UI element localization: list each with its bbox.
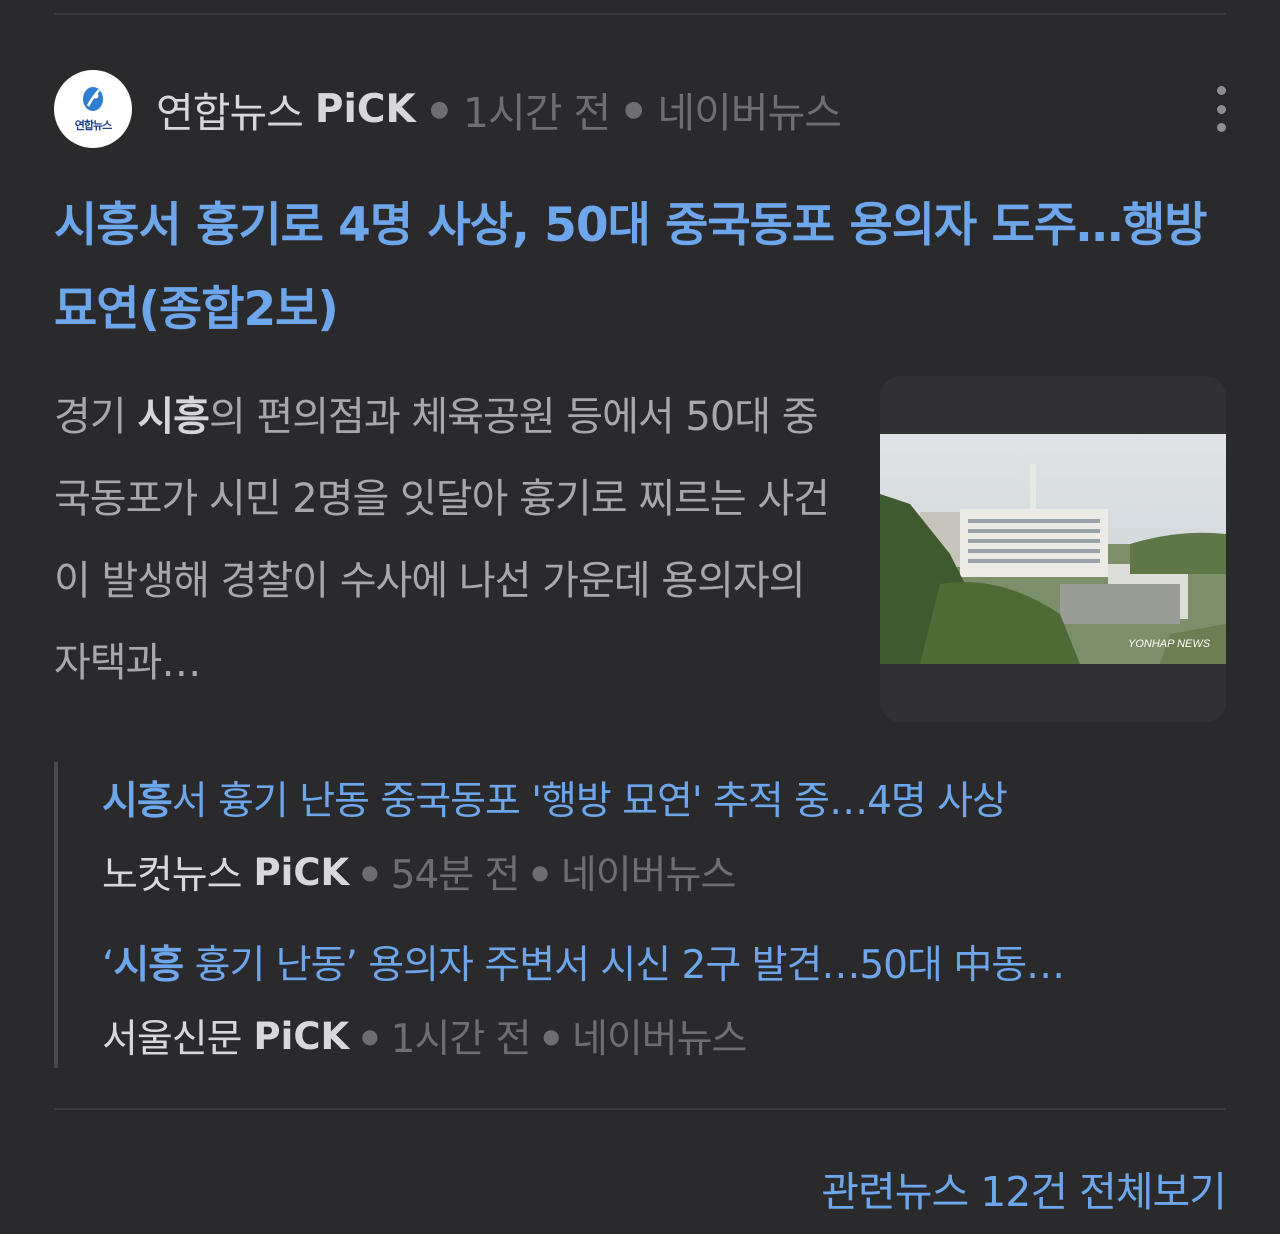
related-news-source: 네이버뉴스: [571, 1017, 747, 1062]
related-news-title[interactable]: 시흥서 흉기 난동 중국동포 '행방 묘연' 추적 중…4명 사상: [102, 770, 1222, 826]
related-title-keyword: 시흥: [102, 779, 173, 824]
article-thumbnail[interactable]: YONHAP NEWS: [880, 376, 1226, 722]
related-news-meta: 노컷뉴스 PiCK ● 54분 전 ● 네이버뉴스: [102, 844, 1222, 900]
news-header: 연합뉴스 연합뉴스 PiCK ● 1시간 전 ● 네이버뉴스: [54, 70, 1226, 148]
summary-keyword: 시흥: [137, 394, 210, 440]
view-all-related-link[interactable]: 관련뉴스 12건 전체보기: [821, 1158, 1227, 1218]
related-news-source: 네이버뉴스: [560, 853, 736, 898]
publish-time: 1시간 전: [462, 89, 611, 137]
pick-badge: PiCK: [253, 1014, 350, 1058]
related-news-item[interactable]: 시흥서 흉기 난동 중국동포 '행방 묘연' 추적 중…4명 사상 노컷뉴스 P…: [102, 770, 1222, 900]
related-publish-time: 1시간 전: [390, 1017, 532, 1062]
top-divider: [54, 13, 1226, 15]
related-title-text: 흉기 난동’ 용의자 주변서 시신 2구 발견…50대 中동…: [183, 943, 1066, 988]
related-title-keyword: 시흥: [113, 943, 184, 988]
headline-keyword: 시흥: [54, 198, 139, 253]
meta-separator: ●: [361, 860, 379, 884]
logo-label: 연합뉴스: [74, 118, 112, 132]
pick-badge: PiCK: [314, 86, 416, 132]
yonhap-logo-icon: [83, 86, 103, 111]
pick-badge: PiCK: [253, 850, 350, 894]
headline-text: 서 흉기로 4명 사상, 50대 중국동포 용의자 도주…행방 묘연(종합2보): [54, 198, 1208, 337]
related-publish-time: 54분 전: [390, 853, 521, 898]
news-source: 네이버뉴스: [657, 89, 842, 137]
article-summary[interactable]: 경기 시흥의 편의점과 체육공원 등에서 50대 중국동포가 시민 2명을 잇달…: [54, 376, 844, 704]
related-title-text: 서 흉기 난동 중국동포 '행방 묘연' 추적 중…4명 사상: [171, 779, 1008, 824]
meta-separator: ●: [531, 860, 549, 884]
related-news-meta: 서울신문 PiCK ● 1시간 전 ● 네이버뉴스: [102, 1008, 1222, 1064]
thumbnail-watermark: YONHAP NEWS: [1128, 638, 1211, 650]
related-press-name[interactable]: 서울신문: [102, 1008, 243, 1064]
thumbnail-photo: YONHAP NEWS: [880, 434, 1226, 664]
meta-separator: ●: [429, 96, 449, 122]
related-news-item[interactable]: ‘시흥 흉기 난동’ 용의자 주변서 시신 2구 발견…50대 中동… 서울신문…: [102, 934, 1222, 1064]
summary-prefix: 경기: [54, 394, 138, 440]
meta-separator: ●: [361, 1024, 379, 1048]
meta-separator: ●: [624, 96, 644, 122]
related-press-name[interactable]: 노컷뉴스: [102, 844, 243, 900]
meta-separator: ●: [542, 1024, 560, 1048]
press-name[interactable]: 연합뉴스: [156, 79, 304, 139]
bottom-divider: [54, 1108, 1226, 1110]
related-news-title[interactable]: ‘시흥 흉기 난동’ 용의자 주변서 시신 2구 발견…50대 中동…: [102, 934, 1222, 990]
related-news-list: 시흥서 흉기 난동 중국동포 '행방 묘연' 추적 중…4명 사상 노컷뉴스 P…: [54, 762, 1230, 1068]
article-headline[interactable]: 시흥서 흉기로 4명 사상, 50대 중국동포 용의자 도주…행방 묘연(종합2…: [54, 184, 1214, 352]
more-options-icon[interactable]: [1216, 86, 1226, 132]
related-title-prefix: ‘: [102, 943, 114, 988]
press-logo[interactable]: 연합뉴스: [54, 70, 132, 148]
